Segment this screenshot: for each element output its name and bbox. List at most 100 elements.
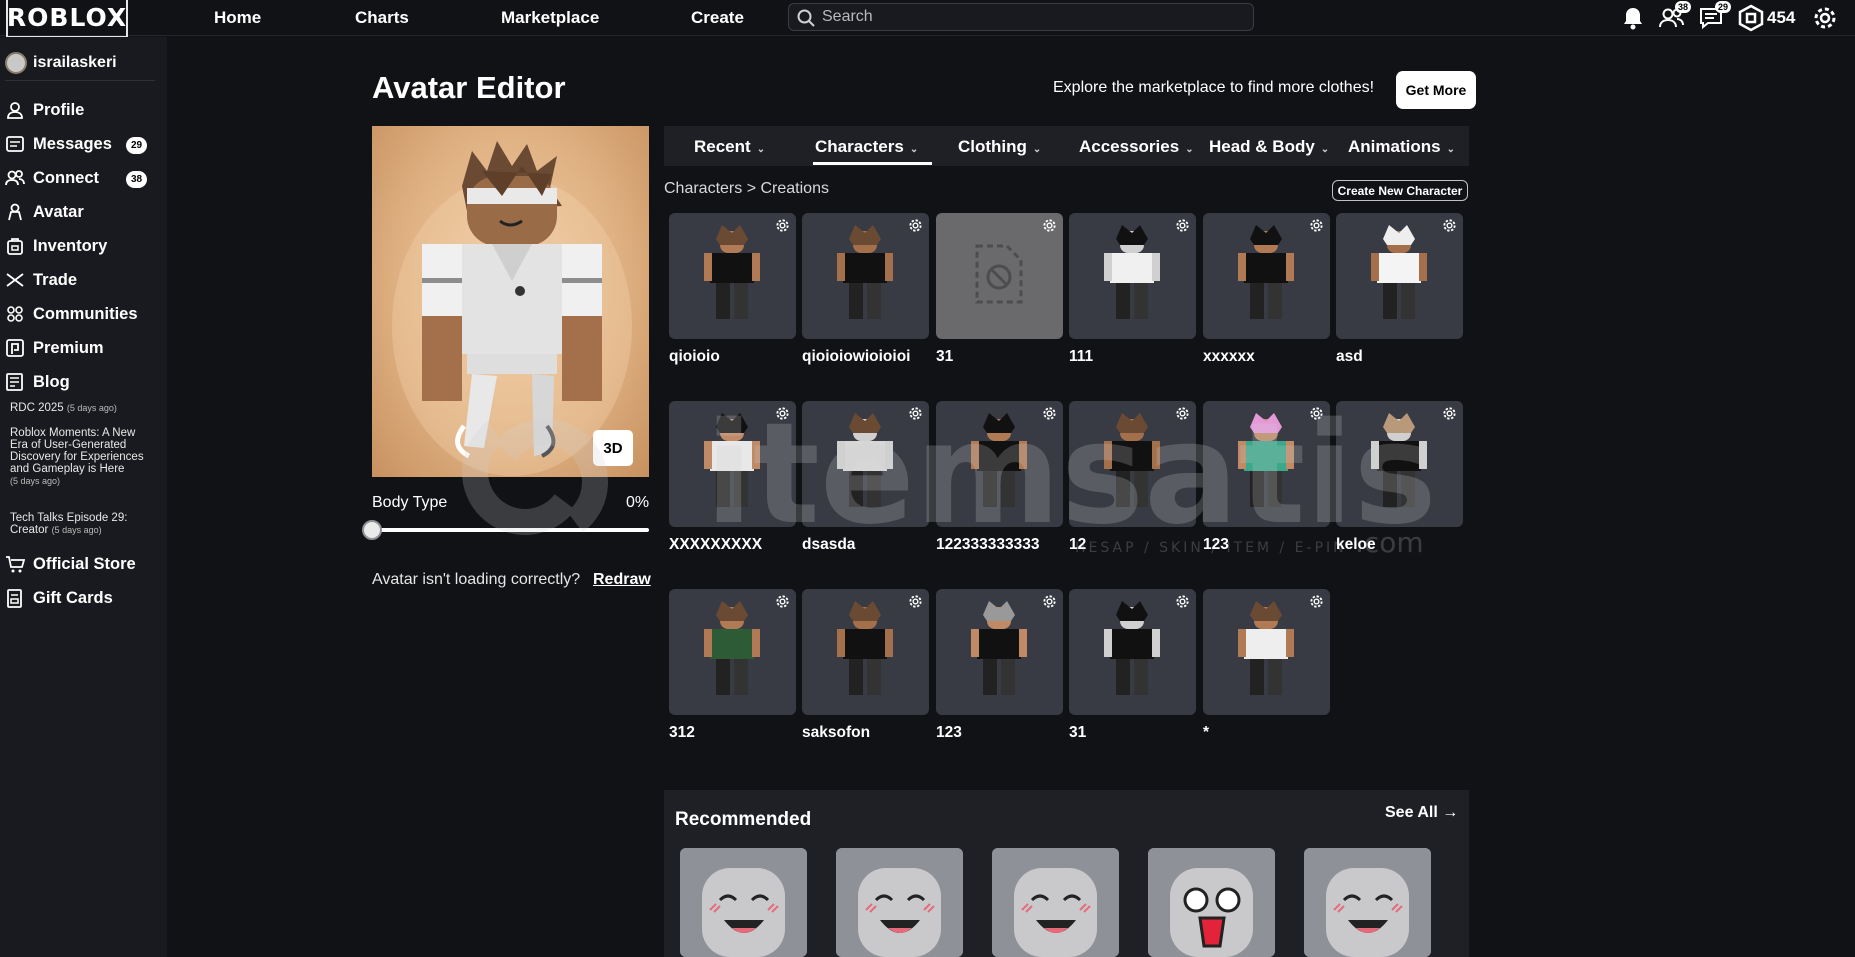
- sidebar-item-inventory[interactable]: Inventory: [5, 233, 107, 259]
- blog-post-link[interactable]: Tech Talks Episode 29: Creator (5 days a…: [10, 512, 150, 536]
- character-name: 122333333333: [936, 536, 1040, 553]
- body-type-value: 0%: [626, 494, 650, 511]
- character-card[interactable]: [936, 401, 1063, 527]
- see-all-link[interactable]: See All →: [1385, 804, 1458, 822]
- gear-icon[interactable]: [1442, 218, 1457, 233]
- sidebar-item-avatar[interactable]: Avatar: [5, 199, 84, 225]
- character-card[interactable]: [802, 589, 929, 715]
- sidebar-item-gift-cards[interactable]: Gift Cards: [5, 585, 113, 611]
- nav-home[interactable]: Home: [214, 8, 261, 28]
- character-card[interactable]: [1203, 401, 1330, 527]
- character-card[interactable]: [1069, 401, 1196, 527]
- recommended-item-card[interactable]: [1148, 848, 1275, 957]
- character-card[interactable]: [802, 213, 929, 339]
- tab-head-body[interactable]: Head & Body ⌄: [1209, 137, 1329, 157]
- notifications-bell-icon[interactable]: [1619, 4, 1647, 32]
- character-thumbnail: [837, 413, 893, 507]
- character-name: saksofon: [802, 724, 871, 741]
- body-type-slider-track[interactable]: [372, 528, 649, 532]
- tab-animations[interactable]: Animations ⌄: [1348, 137, 1455, 157]
- gear-icon[interactable]: [1309, 406, 1324, 421]
- face-thumbnail: [1148, 848, 1275, 957]
- search-input[interactable]: [822, 7, 1242, 27]
- character-thumbnail: [1371, 225, 1427, 319]
- tab-recent[interactable]: Recent ⌄: [694, 137, 765, 157]
- character-card[interactable]: [1069, 589, 1196, 715]
- gear-icon[interactable]: [1442, 406, 1457, 421]
- character-card[interactable]: [936, 589, 1063, 715]
- chevron-down-icon: ⌄: [1032, 144, 1042, 155]
- sidebar-item-premium[interactable]: Premium: [5, 335, 104, 361]
- tab-characters[interactable]: Characters ⌄: [815, 137, 918, 157]
- gear-icon[interactable]: [1175, 406, 1190, 421]
- gear-icon[interactable]: [775, 406, 790, 421]
- gear-icon[interactable]: [1042, 594, 1057, 609]
- character-thumbnail: [837, 601, 893, 695]
- character-card[interactable]: [1069, 213, 1196, 339]
- arrow-right-icon: →: [1442, 804, 1459, 821]
- gear-icon[interactable]: [908, 594, 923, 609]
- friends-button[interactable]: 38: [1657, 1, 1691, 32]
- character-card[interactable]: [1203, 589, 1330, 715]
- character-card[interactable]: [802, 401, 929, 527]
- character-thumbnail: [971, 601, 1027, 695]
- blog-icon: [6, 373, 23, 391]
- search-box[interactable]: [788, 3, 1254, 31]
- character-name: 111: [1069, 348, 1094, 365]
- sidebar-item-connect[interactable]: Connect: [5, 165, 99, 191]
- gear-icon[interactable]: [1042, 218, 1057, 233]
- sidebar-item-communities[interactable]: Communities: [5, 301, 138, 327]
- blog-post-link[interactable]: Roblox Moments: A New Era of User-Genera…: [10, 427, 150, 487]
- gear-icon[interactable]: [1175, 218, 1190, 233]
- robux-balance[interactable]: 454: [1767, 8, 1795, 28]
- sidebar-item-official-store[interactable]: Official Store: [5, 551, 136, 577]
- redraw-link[interactable]: Redraw: [593, 571, 651, 589]
- gear-icon[interactable]: [908, 218, 923, 233]
- character-card[interactable]: [669, 401, 796, 527]
- character-card[interactable]: [1336, 213, 1463, 339]
- recommended-item-card[interactable]: [992, 848, 1119, 957]
- avatar-preview[interactable]: [372, 126, 649, 477]
- roblox-logo[interactable]: ROBLOX: [6, 0, 128, 38]
- gear-icon[interactable]: [775, 594, 790, 609]
- get-more-button[interactable]: Get More: [1396, 71, 1476, 109]
- character-card[interactable]: [936, 213, 1063, 339]
- sidebar-item-trade[interactable]: Trade: [5, 267, 77, 293]
- sidebar-item-blog[interactable]: Blog: [5, 369, 70, 395]
- gear-icon[interactable]: [1309, 218, 1324, 233]
- gear-icon[interactable]: [1309, 594, 1324, 609]
- sidebar-item-profile[interactable]: Profile: [5, 97, 84, 123]
- sidebar-item-messages[interactable]: Messages: [5, 131, 112, 157]
- character-card[interactable]: [669, 213, 796, 339]
- breadcrumb-parent[interactable]: Characters: [664, 180, 742, 197]
- sidebar-item-label: Gift Cards: [33, 588, 113, 607]
- toggle-3d-button[interactable]: 3D: [593, 430, 633, 466]
- blog-post-age: (5 days ago): [10, 476, 61, 486]
- nav-create[interactable]: Create: [691, 8, 744, 28]
- tab-label: Animations: [1348, 137, 1441, 156]
- character-card[interactable]: [1336, 401, 1463, 527]
- body-type-slider-handle[interactable]: [362, 520, 382, 540]
- create-new-character-button[interactable]: Create New Character: [1332, 180, 1468, 201]
- character-thumbnail: [704, 601, 760, 695]
- recommended-item-card[interactable]: [1304, 848, 1431, 957]
- see-all-label: See All: [1385, 804, 1438, 821]
- character-card[interactable]: [1203, 213, 1330, 339]
- nav-charts[interactable]: Charts: [355, 8, 409, 28]
- gear-icon[interactable]: [1042, 406, 1057, 421]
- gear-icon[interactable]: [1175, 594, 1190, 609]
- character-card[interactable]: [669, 589, 796, 715]
- tab-accessories[interactable]: Accessories ⌄: [1079, 137, 1194, 157]
- blog-post-link[interactable]: RDC 2025 (5 days ago): [10, 402, 150, 414]
- robux-icon[interactable]: [1737, 4, 1765, 32]
- chat-button[interactable]: 29: [1697, 1, 1731, 32]
- nav-marketplace[interactable]: Marketplace: [501, 8, 599, 28]
- tab-clothing[interactable]: Clothing ⌄: [958, 137, 1041, 157]
- gear-icon[interactable]: [908, 406, 923, 421]
- recommended-item-card[interactable]: [836, 848, 963, 957]
- settings-gear-icon[interactable]: [1811, 4, 1839, 32]
- gear-icon[interactable]: [775, 218, 790, 233]
- avatar: [5, 52, 27, 74]
- recommended-item-card[interactable]: [680, 848, 807, 957]
- sidebar-user[interactable]: israilaskeri: [5, 50, 117, 76]
